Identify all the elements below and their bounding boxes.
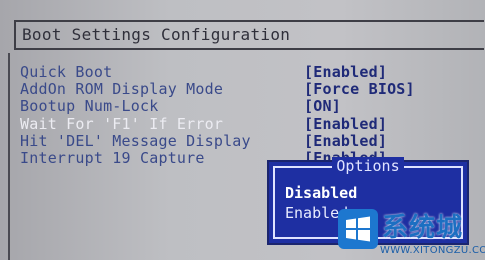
watermark-text: 系统城 bbox=[382, 213, 464, 243]
setting-row-addon-rom-display-mode[interactable]: AddOn ROM Display Mode [Force BIOS] bbox=[20, 80, 485, 98]
page-title: Boot Settings Configuration bbox=[22, 25, 291, 44]
setting-label-active: Wait For 'F1' If Error bbox=[20, 115, 224, 133]
watermark-url: WWW.XITONGZU.COM bbox=[380, 245, 485, 256]
setting-value[interactable]: [Enabled] bbox=[304, 63, 387, 81]
option-disabled[interactable]: Disabled bbox=[285, 184, 357, 202]
setting-label: Bootup Num-Lock bbox=[20, 97, 159, 115]
setting-row-wait-for-f1[interactable]: Wait For 'F1' If Error [Enabled] bbox=[20, 115, 485, 133]
bios-screen: Boot Settings Configuration Quick Boot [… bbox=[0, 0, 485, 260]
setting-value[interactable]: [Enabled] bbox=[304, 115, 387, 133]
setting-label: Quick Boot bbox=[20, 63, 113, 81]
setting-value[interactable]: [ON] bbox=[304, 97, 341, 115]
setting-row-bootup-num-lock[interactable]: Bootup Num-Lock [ON] bbox=[20, 97, 485, 115]
options-popup-title-text: Options bbox=[332, 157, 404, 175]
setting-value[interactable]: [Enabled] bbox=[304, 132, 387, 150]
title-frame: Boot Settings Configuration bbox=[14, 20, 484, 50]
watermark: 系统城 WWW.XITONGZU.COM bbox=[338, 205, 485, 260]
setting-value[interactable]: [Force BIOS] bbox=[304, 80, 415, 98]
setting-label: AddOn ROM Display Mode bbox=[20, 80, 224, 98]
options-popup-title: Options bbox=[275, 156, 461, 175]
setting-row-quick-boot[interactable]: Quick Boot [Enabled] bbox=[20, 63, 485, 81]
windows-logo-icon bbox=[338, 209, 378, 249]
setting-row-hit-del-message[interactable]: Hit 'DEL' Message Display [Enabled] bbox=[20, 132, 485, 150]
setting-label: Interrupt 19 Capture bbox=[20, 149, 205, 167]
setting-label: Hit 'DEL' Message Display bbox=[20, 132, 251, 150]
